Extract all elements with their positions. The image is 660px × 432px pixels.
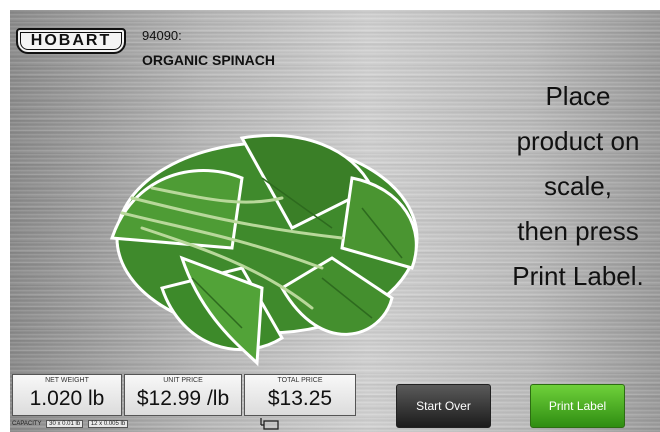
spinach-image xyxy=(109,133,419,367)
hobart-logo: HOBART xyxy=(16,28,126,54)
plu-number: 94090: xyxy=(142,28,182,43)
start-over-button[interactable]: Start Over xyxy=(396,384,491,428)
instruction-line: product on xyxy=(516,126,640,156)
scale-icon xyxy=(260,418,279,430)
net-weight-panel: NET WEIGHT 1.020 lb xyxy=(12,374,122,416)
instruction-line: scale, xyxy=(544,171,612,201)
net-weight-value: 1.020 lb xyxy=(29,387,105,410)
total-price-value: $13.25 xyxy=(267,387,333,410)
instruction-line: Place xyxy=(545,81,611,111)
capacity-range-2: 12 x 0.005 lb xyxy=(87,420,129,428)
unit-price-label: UNIT PRICE xyxy=(163,377,203,384)
capacity-range-1: 30 x 0.01 lb xyxy=(46,420,84,428)
capacity-label: CAPACITY xyxy=(12,421,42,427)
total-price-panel: TOTAL PRICE $13.25 xyxy=(244,374,356,416)
product-name: ORGANIC SPINACH xyxy=(142,52,276,68)
instruction-line: then press xyxy=(517,216,639,246)
unit-price-value: $12.99 /lb xyxy=(136,387,230,410)
capacity-info: CAPACITY 30 x 0.01 lb 12 x 0.005 lb xyxy=(12,420,129,428)
total-price-label: TOTAL PRICE xyxy=(277,377,323,384)
net-weight-label: NET WEIGHT xyxy=(45,377,89,384)
instruction-line: Print Label. xyxy=(512,261,644,291)
scale-screen: HOBART 94090: ORGANIC SPINACH Place prod… xyxy=(10,10,660,432)
instruction-text: Place product on scale, then press Print… xyxy=(498,74,658,299)
print-label-button[interactable]: Print Label xyxy=(530,384,625,428)
unit-price-panel: UNIT PRICE $12.99 /lb xyxy=(124,374,242,416)
